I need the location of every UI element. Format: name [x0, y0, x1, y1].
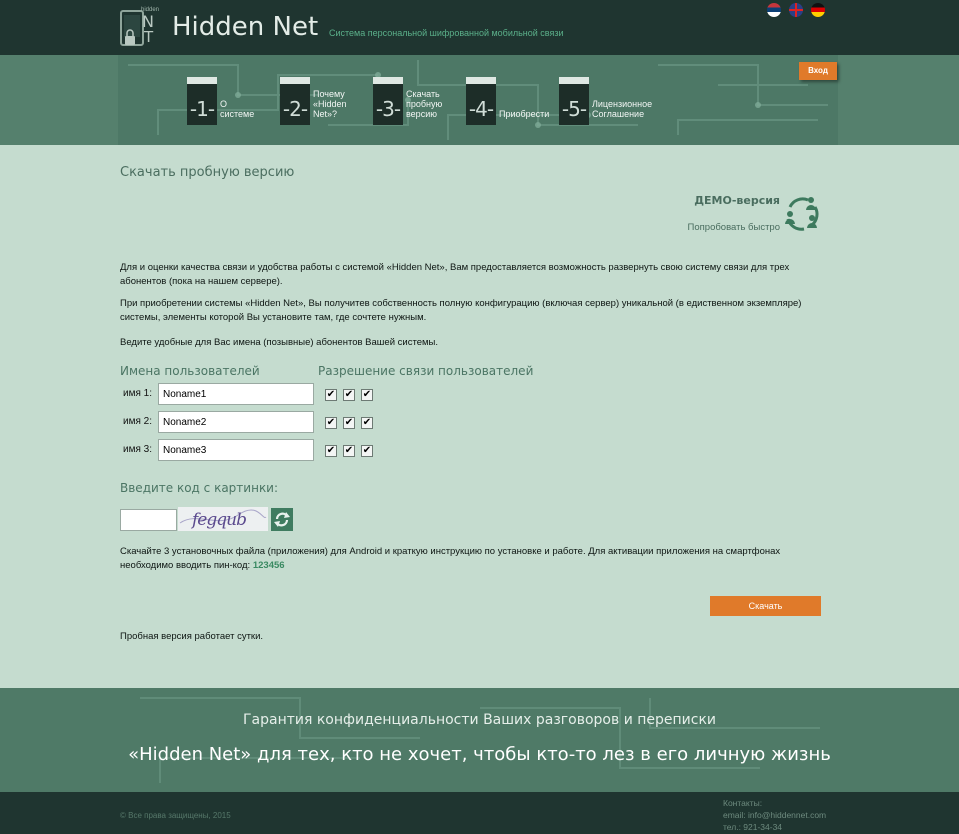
step-cap: [280, 77, 310, 84]
step-cap: [466, 77, 496, 84]
users-cycle-icon[interactable]: [782, 193, 822, 233]
pin-code: 123456: [252, 560, 285, 571]
user-1-permission-checkbox[interactable]: ✔: [361, 389, 373, 401]
tagline: Система персональной шифрованной мобильн…: [329, 28, 564, 38]
page-title: Скачать пробную версию: [120, 165, 295, 180]
user-1-name-input[interactable]: [158, 383, 314, 405]
step-number: -4-: [468, 97, 494, 121]
user-1-permission-checkbox[interactable]: ✔: [325, 389, 337, 401]
banner-slogan: «Hidden Net» для тех, кто не хочет, чтоб…: [128, 744, 831, 765]
user-2-permission-checkbox[interactable]: ✔: [343, 417, 355, 429]
demo-version-title[interactable]: ДЕМО-версия: [690, 194, 780, 207]
user-names-heading: Имена пользователей: [120, 364, 260, 378]
names-instruction: Ведите удобные для Вас имена (позывные) …: [120, 337, 438, 348]
user-1-permission-checkbox[interactable]: ✔: [343, 389, 355, 401]
user-3-permission-checkbox[interactable]: ✔: [343, 445, 355, 457]
copyright-text: © Все права защищены, 2015: [120, 811, 231, 820]
svg-text:T: T: [143, 28, 154, 46]
try-quick-link[interactable]: Попробовать быстро: [660, 222, 780, 233]
user-2-permission-checkbox[interactable]: ✔: [325, 417, 337, 429]
step-label: Приобрести: [499, 109, 550, 119]
login-button[interactable]: Вход: [799, 62, 837, 80]
step-cap: [187, 77, 217, 84]
serbian-flag-icon[interactable]: [767, 3, 781, 17]
captcha-text: fegqub: [190, 510, 246, 530]
trial-note: Пробная версия работает сутки.: [120, 631, 264, 642]
user-3-permission-checkbox[interactable]: ✔: [361, 445, 373, 457]
step-label: Скачать пробную версию: [406, 89, 443, 119]
contact-phone: тел.: 921-34-34: [723, 822, 783, 832]
user-2-label: имя 2:: [123, 416, 152, 427]
step-number: -1-: [189, 97, 215, 121]
user-1-label: имя 1:: [123, 388, 152, 399]
english-flag-icon[interactable]: [789, 3, 803, 17]
captcha-label: Введите код с картинки:: [120, 481, 279, 495]
step-cap: [559, 77, 589, 84]
contacts-block: Контакты: email: info@hiddennet.com тел.…: [723, 797, 826, 833]
refresh-captcha-icon[interactable]: [271, 508, 293, 531]
captcha-image: fegqub: [178, 507, 268, 531]
brand-name[interactable]: Hidden Net: [172, 12, 318, 42]
purchase-paragraph: При приобретении системы «Hidden Net», В…: [120, 298, 802, 323]
slogan-banner: [0, 688, 959, 792]
user-2-name-input[interactable]: [158, 411, 314, 433]
download-button[interactable]: Скачать: [710, 596, 821, 616]
logo-phone-icon[interactable]: hidden N T: [117, 5, 161, 49]
banner-circuit-background: [0, 688, 959, 792]
download-instructions: Скачайте 3 установочных файла (приложени…: [120, 545, 820, 573]
user-permissions-heading: Разрешение связи пользователей: [318, 364, 534, 378]
captcha-input[interactable]: [120, 509, 177, 531]
intro-paragraph: Для и оценки качества связи и удобства р…: [120, 262, 790, 287]
user-3-label: имя 3:: [123, 444, 152, 455]
download-instructions-text: Скачайте 3 установочных файла (приложени…: [120, 546, 781, 571]
step-cap: [373, 77, 403, 84]
user-3-name-input[interactable]: [158, 439, 314, 461]
step-number: -5-: [561, 97, 587, 121]
step-number: -3-: [375, 97, 401, 121]
user-3-permission-checkbox[interactable]: ✔: [325, 445, 337, 457]
contact-email[interactable]: email: info@hiddennet.com: [723, 809, 826, 821]
step-label: Лицензионное Соглашение: [592, 99, 653, 119]
step-label: О системе: [220, 99, 255, 119]
user-2-permission-checkbox[interactable]: ✔: [361, 417, 373, 429]
step-label: Почему «Hidden Net»?: [313, 89, 347, 119]
step-number: -2-: [282, 97, 308, 121]
german-flag-icon[interactable]: [811, 3, 825, 17]
banner-headline: Гарантия конфиденциальности Ваших разгов…: [242, 712, 717, 728]
contacts-title: Контакты:: [723, 798, 763, 808]
